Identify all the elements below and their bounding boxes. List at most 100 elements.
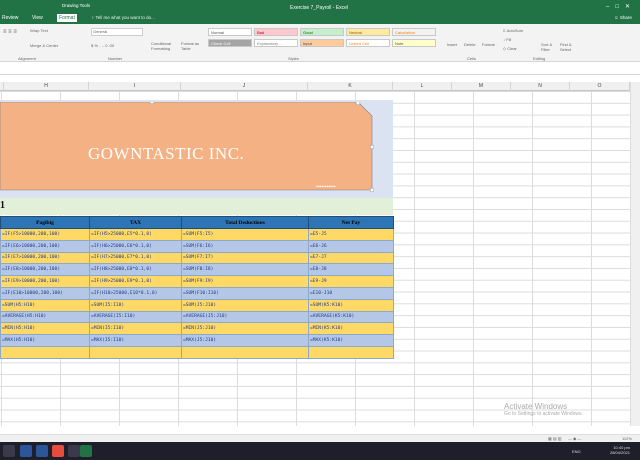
table-cell[interactable]: =MIN(J5:J10) xyxy=(181,322,309,336)
table-cell[interactable]: =MIN(K5:K10) xyxy=(308,322,394,336)
column-header-m[interactable]: M xyxy=(452,82,511,91)
table-cell[interactable] xyxy=(0,345,90,359)
table-cell[interactable]: =E8-J8 xyxy=(308,263,394,277)
column-header-o[interactable]: O xyxy=(570,82,630,91)
table-cell[interactable]: =SUM(F10:I10) xyxy=(181,286,309,300)
table-cell[interactable]: =IF(F5>10000,200,100) xyxy=(0,228,90,241)
tab-review[interactable]: Review xyxy=(2,15,18,21)
table-cell[interactable]: =SUM(I5:I10) xyxy=(89,298,182,312)
clear-button[interactable]: ◇ Clear xyxy=(503,46,517,51)
column-header-l[interactable]: L xyxy=(393,82,452,91)
autosum-button[interactable]: Σ AutoSum xyxy=(503,28,523,33)
table-cell[interactable]: =IF(E8>10000,200,100) xyxy=(0,263,90,277)
table-cell[interactable]: =SUM(F9:I9) xyxy=(181,275,309,288)
cell-style-explanatory[interactable]: Explanatory ... xyxy=(254,39,298,47)
formula-bar[interactable] xyxy=(0,64,640,75)
table-cell[interactable]: =MAX(I5:I10) xyxy=(89,334,182,347)
table-cell[interactable]: =AVERAGE(J5:J10) xyxy=(181,310,309,324)
cell-style-linked-cell[interactable]: Linked Cell xyxy=(346,39,390,47)
tell-me-search[interactable]: ♀ Tell me what you want to do... xyxy=(91,15,155,20)
table-cell[interactable]: =AVERAGE(I5:I10) xyxy=(89,310,182,324)
table-cell[interactable]: =MAX(H5:H10) xyxy=(0,334,90,347)
taskview-icon[interactable] xyxy=(20,445,32,457)
table-cell[interactable]: =SUM(F7:I7) xyxy=(181,251,309,265)
table-cell[interactable]: =MIN(H5:H10) xyxy=(0,322,90,336)
cell-style-normal[interactable]: Normal xyxy=(208,28,252,36)
zoom-level[interactable]: 112% xyxy=(622,436,632,441)
table-cell[interactable]: =MAX(K5:K10) xyxy=(308,334,394,347)
table-cell[interactable]: =AVERAGE(K5:K10) xyxy=(308,310,394,324)
table-cell[interactable]: =SUM(K5:K10) xyxy=(308,298,394,312)
table-cell[interactable]: =E10-J10 xyxy=(308,286,394,300)
delete-button[interactable]: Delete xyxy=(464,42,476,47)
view-buttons[interactable]: ▦ ▤ ▥ xyxy=(548,436,562,441)
header-total-deductions[interactable]: Total Deductions xyxy=(181,216,309,229)
merge-center-button[interactable]: Merge & Center xyxy=(30,43,58,48)
files-icon[interactable] xyxy=(68,445,80,457)
table-cell[interactable]: =IF(E9>10000,200,100) xyxy=(0,275,90,288)
cell-style-calculation[interactable]: Calculation xyxy=(392,28,436,36)
table-cell[interactable]: =IF(H8>25000,E8*0.1,0) xyxy=(89,263,182,277)
cell-style-input[interactable]: Input xyxy=(300,39,344,47)
table-cell[interactable]: =IF(H9>25000,E9*0.1,0) xyxy=(89,275,182,288)
table-cell[interactable] xyxy=(308,345,394,359)
column-header-h[interactable]: H xyxy=(4,82,89,91)
window-controls[interactable]: –□✕ xyxy=(606,3,636,10)
sort-filter-button[interactable]: Sort & Filter xyxy=(541,42,557,52)
table-cell[interactable]: =IF(H7>25000,E7*0.1,0) xyxy=(89,251,182,265)
table-cell[interactable]: =IF(E6>10000,200,100) xyxy=(0,239,90,253)
conditional-formatting-button[interactable]: Conditional Formatting xyxy=(151,41,179,51)
table-cell[interactable]: =SUM(F5:I5) xyxy=(181,228,309,241)
number-format-icons[interactable]: $ % , ←0 .00 xyxy=(91,43,114,48)
table-cell[interactable]: =E5-J5 xyxy=(308,228,394,241)
table-cell[interactable]: =IF(H5>25000,E5*0.1,0) xyxy=(89,228,182,241)
share-button[interactable]: ☺ Share xyxy=(614,15,632,20)
zoom-slider[interactable]: — ◆ — xyxy=(568,436,581,441)
word-icon[interactable] xyxy=(36,445,48,457)
table-cell[interactable]: =IF(H10>25000,E10*0.1,0) xyxy=(89,286,182,300)
format-as-table-button[interactable]: Format as Table xyxy=(181,41,207,51)
header-net-pay[interactable]: Net Pay xyxy=(308,216,394,229)
table-cell[interactable]: =MAX(J5:J10) xyxy=(181,334,309,347)
cell-style-good[interactable]: Good xyxy=(300,28,344,36)
tab-format[interactable]: Format xyxy=(57,14,77,22)
wrap-text-button[interactable]: Wrap Text xyxy=(30,28,48,33)
start-icon[interactable] xyxy=(3,445,15,457)
align-icons[interactable]: ≡ ≡ ≡ xyxy=(3,29,17,35)
table-cell[interactable]: =IF(H6>25000,E6*0.1,0) xyxy=(89,239,182,253)
table-cell[interactable]: =MIN(I5:I10) xyxy=(89,322,182,336)
column-header-i[interactable]: I xyxy=(89,82,181,91)
table-cell[interactable]: =AVERAGE(H5:H10) xyxy=(0,310,90,324)
number-format-select[interactable]: General xyxy=(91,28,143,36)
find-select-button[interactable]: Find & Select xyxy=(560,42,576,52)
tab-view[interactable]: View xyxy=(32,15,43,21)
language-indicator[interactable]: ENG xyxy=(572,449,581,454)
insert-button[interactable]: Insert xyxy=(447,42,457,47)
cell-style-bad[interactable]: Bad xyxy=(254,28,298,36)
header-pagibig[interactable]: Pagibig xyxy=(0,216,90,229)
excel-icon[interactable] xyxy=(80,445,92,457)
fill-button[interactable]: ↓ Fill xyxy=(503,37,511,42)
cell-style-neutral[interactable]: Neutral xyxy=(346,28,390,36)
vertical-scrollbar[interactable] xyxy=(630,82,640,426)
header-tax[interactable]: TAX xyxy=(89,216,182,229)
table-cell[interactable] xyxy=(89,345,182,359)
clock[interactable]: 10:40 pm 28/04/2021 xyxy=(610,445,630,455)
column-header-n[interactable]: N xyxy=(511,82,570,91)
cell-style-check-cell[interactable]: Check Cell xyxy=(208,39,252,47)
table-cell[interactable]: =SUM(F6:I6) xyxy=(181,239,309,253)
table-cell[interactable]: =IF(E10>10000,200,100) xyxy=(0,286,90,300)
table-cell[interactable]: =IF(E7>10000,200,100) xyxy=(0,251,90,265)
column-header-k[interactable]: K xyxy=(308,82,393,91)
table-cell[interactable]: =E7-J7 xyxy=(308,251,394,265)
table-cell[interactable]: =SUM(H5:H10) xyxy=(0,298,90,312)
chrome-icon[interactable] xyxy=(52,445,64,457)
table-cell[interactable]: =SUM(F8:I8) xyxy=(181,263,309,277)
format-button[interactable]: Format xyxy=(482,42,495,47)
table-cell[interactable]: =E9-J9 xyxy=(308,275,394,288)
table-cell[interactable]: =E6-J6 xyxy=(308,239,394,253)
column-header-j[interactable]: J xyxy=(181,82,308,91)
table-cell[interactable]: =SUM(J5:J10) xyxy=(181,298,309,312)
cell-style-note[interactable]: Note xyxy=(392,39,436,47)
table-cell[interactable] xyxy=(181,345,309,359)
